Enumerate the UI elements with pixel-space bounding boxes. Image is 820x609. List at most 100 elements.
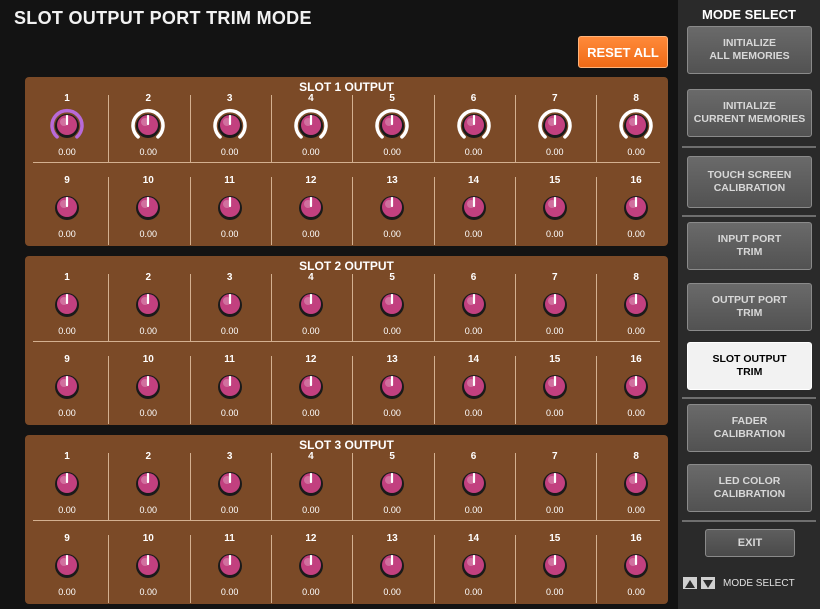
- trim-knob[interactable]: [212, 107, 248, 143]
- channel-number: 5: [389, 93, 395, 104]
- trim-value: 0.00: [58, 147, 76, 157]
- channel-cell: 14 0.00: [434, 354, 514, 426]
- channel-cell: 4 0.00: [271, 451, 351, 523]
- trim-knob[interactable]: [537, 368, 573, 404]
- channel-number: 5: [389, 451, 395, 462]
- trim-knob[interactable]: [374, 107, 410, 143]
- trim-knob[interactable]: [293, 107, 329, 143]
- trim-knob[interactable]: [49, 465, 85, 501]
- trim-knob[interactable]: [456, 368, 492, 404]
- mode-button-output-port-trim[interactable]: OUTPUT PORT TRIM: [687, 283, 812, 331]
- trim-value: 0.00: [139, 326, 158, 336]
- slot-2-output-panel: SLOT 2 OUTPUT 1 0.00 2 0.00 3 0.00 4 0.00 5 0.00 6 0…: [25, 256, 668, 425]
- up-arrow-icon[interactable]: [683, 577, 697, 589]
- trim-knob[interactable]: [293, 286, 329, 322]
- trim-knob[interactable]: [537, 286, 573, 322]
- trim-knob[interactable]: [456, 189, 492, 225]
- trim-knob[interactable]: [537, 465, 573, 501]
- trim-knob[interactable]: [293, 189, 329, 225]
- channel-number: 3: [226, 93, 233, 104]
- trim-knob[interactable]: [49, 286, 85, 322]
- row-divider: [33, 341, 660, 342]
- trim-value: 0.00: [58, 408, 76, 418]
- trim-knob[interactable]: [212, 465, 248, 501]
- mode-button-slot-output-trim[interactable]: SLOT OUTPUT TRIM: [687, 342, 812, 390]
- trim-knob[interactable]: [49, 189, 85, 225]
- channel-number: 6: [470, 272, 477, 283]
- channel-cell: 1 0.00: [27, 93, 107, 165]
- trim-knob[interactable]: [130, 368, 166, 404]
- trim-knob[interactable]: [456, 286, 492, 322]
- trim-knob[interactable]: [130, 107, 166, 143]
- mode-select-title: MODE SELECT: [702, 7, 796, 22]
- trim-value: 0.00: [546, 505, 564, 515]
- trim-value: 0.00: [220, 587, 239, 597]
- reset-all-button[interactable]: RESET ALL: [578, 36, 668, 68]
- channel-number: 10: [142, 354, 154, 365]
- channel-cell: 15 0.00: [515, 354, 595, 426]
- down-arrow-icon[interactable]: [701, 577, 715, 589]
- channel-cell: 13 0.00: [352, 354, 432, 426]
- trim-value: 0.00: [220, 326, 239, 336]
- channel-cell: 2 0.00: [108, 451, 188, 523]
- channel-cell: 16 0.00: [596, 533, 676, 605]
- channel-number: 11: [224, 175, 235, 186]
- trim-knob[interactable]: [130, 189, 166, 225]
- trim-knob[interactable]: [293, 368, 329, 404]
- trim-knob[interactable]: [456, 465, 492, 501]
- trim-knob[interactable]: [212, 286, 248, 322]
- trim-value: 0.00: [302, 147, 320, 157]
- trim-value: 0.00: [627, 505, 645, 515]
- trim-knob[interactable]: [537, 189, 573, 225]
- trim-knob[interactable]: [456, 107, 492, 143]
- trim-knob[interactable]: [212, 368, 248, 404]
- channel-cell: 16 0.00: [596, 175, 676, 247]
- trim-knob[interactable]: [374, 465, 410, 501]
- trim-knob[interactable]: [130, 547, 166, 583]
- channel-cell: 7 0.00: [515, 272, 595, 344]
- channel-number: 1: [64, 451, 70, 462]
- mode-button-input-port-trim[interactable]: INPUT PORT TRIM: [687, 222, 812, 270]
- channel-cell: 8 0.00: [596, 272, 676, 344]
- trim-knob[interactable]: [374, 547, 410, 583]
- channel-number: 11: [224, 354, 235, 365]
- mode-select-panel: MODE SELECT INITIALIZE ALL MEMORIES INITI…: [678, 0, 820, 609]
- trim-value: 0.00: [139, 408, 158, 418]
- trim-knob[interactable]: [212, 547, 248, 583]
- channel-number: 4: [308, 272, 314, 283]
- trim-knob[interactable]: [618, 286, 654, 322]
- channel-number: 12: [305, 175, 317, 186]
- trim-knob[interactable]: [130, 286, 166, 322]
- channel-cell: 14 0.00: [434, 533, 514, 605]
- mode-button-initialize-current-memories[interactable]: INITIALIZE CURRENT MEMORIES: [687, 89, 812, 137]
- mode-button-touch-screen-calibration[interactable]: TOUCH SCREEN CALIBRATION: [687, 156, 812, 208]
- mode-button-led-color-calibration[interactable]: LED COLOR CALIBRATION: [687, 464, 812, 512]
- trim-knob[interactable]: [618, 107, 654, 143]
- trim-knob[interactable]: [537, 107, 573, 143]
- trim-knob[interactable]: [618, 465, 654, 501]
- trim-knob[interactable]: [293, 465, 329, 501]
- channel-cell: 3 0.00: [190, 451, 270, 523]
- trim-knob[interactable]: [374, 189, 410, 225]
- trim-knob[interactable]: [374, 368, 410, 404]
- channel-cell: 8 0.00: [596, 93, 676, 165]
- channel-number: 1: [64, 272, 70, 283]
- mode-button-fader-calibration[interactable]: FADER CALIBRATION: [687, 404, 812, 452]
- trim-knob[interactable]: [293, 547, 329, 583]
- trim-knob[interactable]: [618, 547, 654, 583]
- trim-knob[interactable]: [49, 368, 85, 404]
- trim-knob[interactable]: [618, 189, 654, 225]
- trim-knob[interactable]: [49, 547, 85, 583]
- channel-number: 1: [64, 93, 70, 104]
- exit-button[interactable]: EXIT: [705, 529, 795, 557]
- channel-number: 15: [549, 533, 561, 544]
- channel-number: 9: [64, 354, 70, 365]
- trim-knob[interactable]: [618, 368, 654, 404]
- trim-knob[interactable]: [212, 189, 248, 225]
- trim-knob[interactable]: [537, 547, 573, 583]
- trim-knob[interactable]: [374, 286, 410, 322]
- mode-button-initialize-all-memories[interactable]: INITIALIZE ALL MEMORIES: [687, 26, 812, 74]
- trim-knob[interactable]: [456, 547, 492, 583]
- trim-knob[interactable]: [130, 465, 166, 501]
- trim-knob[interactable]: [49, 107, 85, 143]
